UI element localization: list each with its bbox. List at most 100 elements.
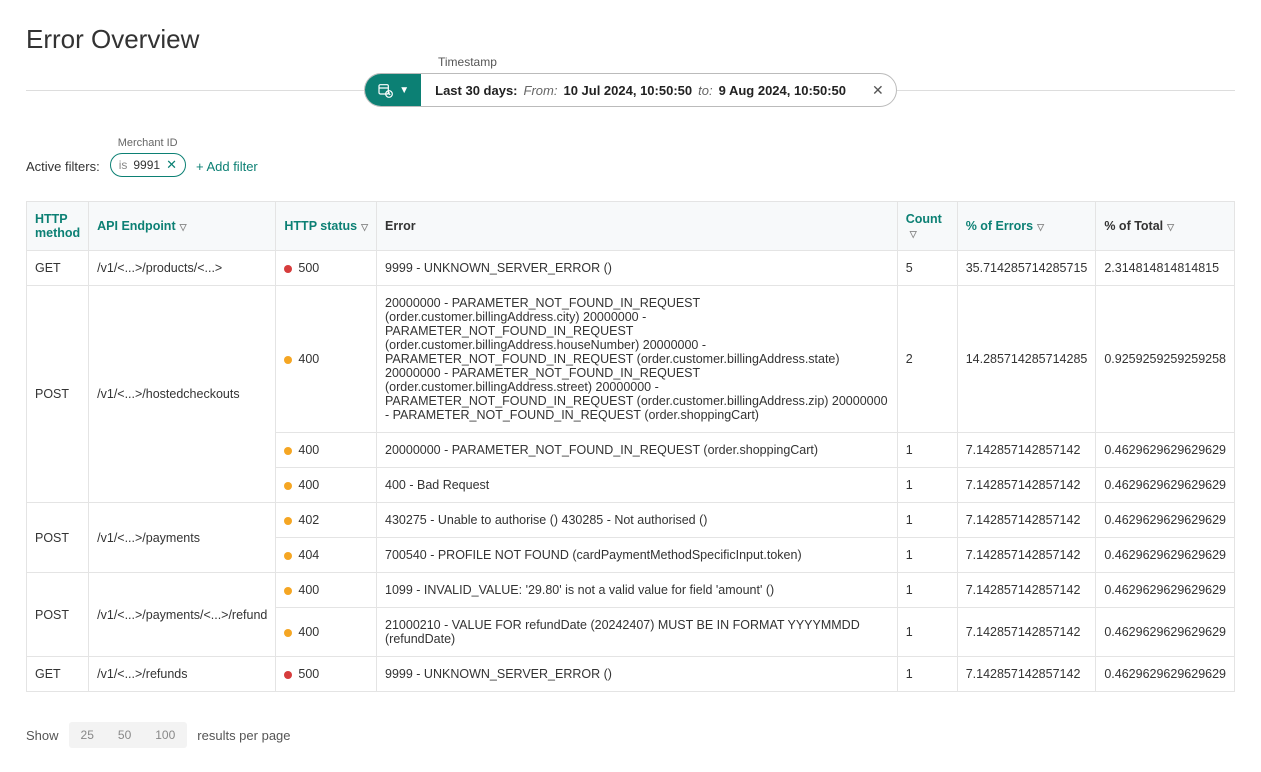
- cell-perr: 7.142857142857142: [957, 573, 1096, 608]
- cell-count: 1: [897, 503, 957, 538]
- cell-perr: 7.142857142857142: [957, 538, 1096, 573]
- errors-table: HTTP method API Endpoint▽ HTTP status▽ E…: [26, 201, 1235, 692]
- cell-ptotal: 0.4629629629629629: [1096, 538, 1235, 573]
- cell-status: 402: [276, 503, 377, 538]
- cell-perr: 7.142857142857142: [957, 608, 1096, 657]
- cell-error: 20000000 - PARAMETER_NOT_FOUND_IN_REQUES…: [377, 286, 898, 433]
- page-size-50[interactable]: 50: [106, 722, 143, 748]
- filter-chip-group-label: Merchant ID: [110, 137, 186, 149]
- cell-perr: 7.142857142857142: [957, 468, 1096, 503]
- timestamp-range-text: Last 30 days: From: 10 Jul 2024, 10:50:5…: [421, 75, 860, 106]
- sort-icon: ▽: [1037, 222, 1044, 233]
- timestamp-pill: ▼ Last 30 days: From: 10 Jul 2024, 10:50…: [364, 73, 897, 107]
- cell-ptotal: 0.9259259259259258: [1096, 286, 1235, 433]
- pagination-show-label: Show: [26, 728, 59, 743]
- cell-method: POST: [27, 573, 89, 657]
- pagination: Show 25 50 100 results per page: [26, 722, 1235, 748]
- cell-count: 1: [897, 433, 957, 468]
- sort-icon: ▽: [361, 222, 368, 233]
- add-filter-button[interactable]: + Add filter: [196, 159, 258, 177]
- page-size-selector: 25 50 100: [69, 722, 188, 748]
- cell-method: POST: [27, 286, 89, 503]
- cell-status: 400: [276, 286, 377, 433]
- col-percent-errors[interactable]: % of Errors▽: [957, 202, 1096, 251]
- cell-status: 400: [276, 433, 377, 468]
- cell-count: 1: [897, 657, 957, 692]
- cell-perr: 14.285714285714285: [957, 286, 1096, 433]
- cell-endpoint: /v1/<...>/products/<...>: [89, 251, 276, 286]
- filters-row: Active filters: Merchant ID is 9991 ✕ + …: [26, 137, 1235, 177]
- status-dot-icon: [284, 265, 292, 273]
- cell-error: 430275 - Unable to authorise () 430285 -…: [377, 503, 898, 538]
- col-percent-total[interactable]: % of Total▽: [1096, 202, 1235, 251]
- cell-endpoint: /v1/<...>/payments/<...>/refund: [89, 573, 276, 657]
- status-dot-icon: [284, 629, 292, 637]
- page-size-100[interactable]: 100: [143, 722, 187, 748]
- cell-status: 400: [276, 608, 377, 657]
- active-filters-label: Active filters:: [26, 159, 100, 177]
- chevron-down-icon: ▼: [399, 85, 409, 96]
- cell-ptotal: 0.4629629629629629: [1096, 608, 1235, 657]
- cell-method: POST: [27, 503, 89, 573]
- cell-error: 400 - Bad Request: [377, 468, 898, 503]
- cell-status: 500: [276, 251, 377, 286]
- col-count[interactable]: Count▽: [897, 202, 957, 251]
- timestamp-label: Timestamp: [438, 55, 497, 69]
- sort-icon: ▽: [180, 222, 187, 233]
- page-size-25[interactable]: 25: [69, 722, 106, 748]
- timestamp-dropdown-button[interactable]: ▼: [365, 74, 421, 106]
- cell-endpoint: /v1/<...>/payments: [89, 503, 276, 573]
- col-http-status[interactable]: HTTP status▽: [276, 202, 377, 251]
- table-row: POST/v1/<...>/hostedcheckouts40020000000…: [27, 286, 1235, 433]
- cell-perr: 7.142857142857142: [957, 503, 1096, 538]
- filter-chip-merchant-id[interactable]: is 9991 ✕: [110, 153, 186, 177]
- cell-error: 20000000 - PARAMETER_NOT_FOUND_IN_REQUES…: [377, 433, 898, 468]
- cell-count: 1: [897, 468, 957, 503]
- cell-count: 1: [897, 608, 957, 657]
- status-dot-icon: [284, 447, 292, 455]
- cell-perr: 7.142857142857142: [957, 657, 1096, 692]
- calendar-clock-icon: [377, 82, 393, 98]
- cell-method: GET: [27, 657, 89, 692]
- table-row: GET/v1/<...>/refunds5009999 - UNKNOWN_SE…: [27, 657, 1235, 692]
- cell-status: 500: [276, 657, 377, 692]
- cell-status: 404: [276, 538, 377, 573]
- cell-ptotal: 0.4629629629629629: [1096, 468, 1235, 503]
- col-http-method[interactable]: HTTP method: [27, 202, 89, 251]
- cell-ptotal: 2.314814814814815: [1096, 251, 1235, 286]
- cell-error: 21000210 - VALUE FOR refundDate (2024240…: [377, 608, 898, 657]
- cell-count: 1: [897, 538, 957, 573]
- sort-icon: ▽: [1167, 222, 1174, 233]
- timestamp-bar: Timestamp ▼ Last 30 days: From: 10 Jul 2…: [26, 73, 1235, 107]
- cell-status: 400: [276, 468, 377, 503]
- status-dot-icon: [284, 587, 292, 595]
- cell-ptotal: 0.4629629629629629: [1096, 657, 1235, 692]
- cell-count: 1: [897, 573, 957, 608]
- cell-perr: 7.142857142857142: [957, 433, 1096, 468]
- status-dot-icon: [284, 671, 292, 679]
- cell-error: 1099 - INVALID_VALUE: '29.80' is not a v…: [377, 573, 898, 608]
- status-dot-icon: [284, 356, 292, 364]
- cell-error: 700540 - PROFILE NOT FOUND (cardPaymentM…: [377, 538, 898, 573]
- sort-icon: ▽: [910, 229, 917, 240]
- filter-chip-group: Merchant ID is 9991 ✕: [110, 137, 186, 177]
- table-row: GET/v1/<...>/products/<...>5009999 - UNK…: [27, 251, 1235, 286]
- col-error[interactable]: Error: [377, 202, 898, 251]
- cell-perr: 35.714285714285715: [957, 251, 1096, 286]
- table-row: POST/v1/<...>/payments/<...>/refund40010…: [27, 573, 1235, 608]
- cell-ptotal: 0.4629629629629629: [1096, 573, 1235, 608]
- cell-count: 5: [897, 251, 957, 286]
- page-title: Error Overview: [26, 24, 1235, 55]
- status-dot-icon: [284, 552, 292, 560]
- filter-chip-remove-button[interactable]: ✕: [166, 157, 177, 173]
- col-api-endpoint[interactable]: API Endpoint▽: [89, 202, 276, 251]
- cell-ptotal: 0.4629629629629629: [1096, 503, 1235, 538]
- cell-endpoint: /v1/<...>/hostedcheckouts: [89, 286, 276, 503]
- status-dot-icon: [284, 517, 292, 525]
- table-header-row: HTTP method API Endpoint▽ HTTP status▽ E…: [27, 202, 1235, 251]
- cell-status: 400: [276, 573, 377, 608]
- status-dot-icon: [284, 482, 292, 490]
- cell-method: GET: [27, 251, 89, 286]
- cell-endpoint: /v1/<...>/refunds: [89, 657, 276, 692]
- timestamp-clear-button[interactable]: ✕: [860, 82, 896, 99]
